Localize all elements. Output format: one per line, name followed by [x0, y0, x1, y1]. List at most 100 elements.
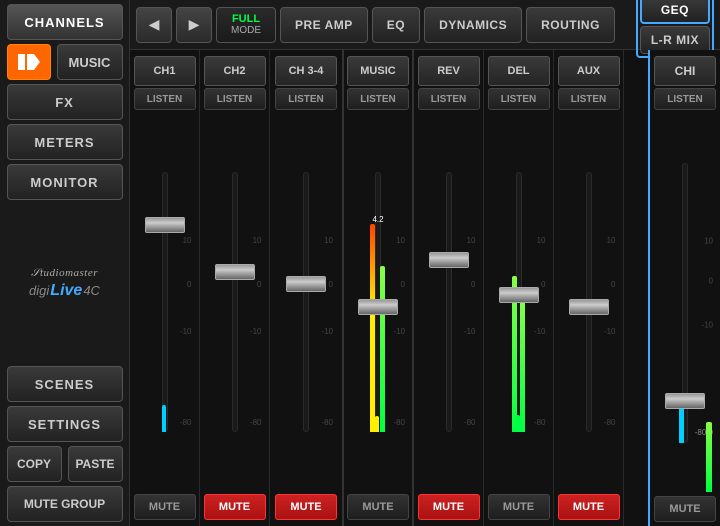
geq-channel-panel: CHI LISTEN 10 0 -10 -80.0	[648, 50, 720, 526]
fader-handle-0[interactable]	[145, 217, 185, 233]
fader-wrap-2: 100-10-80	[277, 172, 335, 432]
scale-mark-0: 0	[401, 280, 405, 289]
4c-text: 4C	[83, 283, 100, 298]
mute-btn-6[interactable]: MUTE	[558, 494, 620, 520]
chi-fader-handle[interactable]	[665, 393, 705, 409]
listen-0[interactable]: LISTEN	[134, 88, 196, 110]
full-label: FULL	[232, 13, 260, 25]
scale-mark--80: -80	[604, 418, 616, 427]
chi-listen-button[interactable]: LISTEN	[654, 88, 716, 110]
fader-wrap-1: 100-10-80	[206, 172, 264, 432]
scale-mark--80: -80	[250, 418, 262, 427]
geq-lrmix-group: GEQ L-R MIX	[636, 0, 714, 58]
fader-area-2: 100-10-80	[270, 114, 342, 490]
scale-mark--80: -80	[393, 418, 405, 427]
geq-top-button[interactable]: GEQ	[640, 0, 710, 24]
fader-wrap-4: 100-10-80	[420, 172, 478, 432]
full-mode-button[interactable]: FULL MODE	[216, 7, 276, 43]
scenes-button[interactable]: SCENES	[7, 366, 123, 402]
fx-button[interactable]: FX	[7, 84, 123, 120]
scale-mark-0: 0	[257, 280, 261, 289]
listen-1[interactable]: LISTEN	[204, 88, 266, 110]
listen-2[interactable]: LISTEN	[275, 88, 337, 110]
scale-mark-0: 0	[541, 280, 545, 289]
meter-bar-right-3	[380, 266, 385, 432]
routing-button[interactable]: ROUTING	[526, 7, 615, 43]
fader-handle-4[interactable]	[429, 252, 469, 268]
scale-mark-0: 0	[611, 280, 615, 289]
fader-handle-3[interactable]	[358, 299, 398, 315]
mute-btn-0[interactable]: MUTE	[134, 494, 196, 520]
top-bar: ◀ ▶ FULL MODE PRE AMP EQ DYNAMICS ROUTIN…	[130, 0, 720, 50]
channels-button[interactable]: CHANNELS	[7, 4, 123, 40]
ch-name-3[interactable]: MUSIC	[347, 56, 409, 86]
eq-button[interactable]: EQ	[372, 7, 420, 43]
ch-name-5[interactable]: DEL	[488, 56, 550, 86]
copy-button[interactable]: COPY	[7, 446, 62, 482]
mute-btn-3[interactable]: MUTE	[347, 494, 409, 520]
settings-button[interactable]: SETTINGS	[7, 406, 123, 442]
meter-bar-right-5	[520, 299, 525, 432]
ch-name-0[interactable]: CH1	[134, 56, 196, 86]
scale-mark-10: 10	[467, 236, 476, 245]
digi-text: digi	[29, 283, 49, 298]
paste-button[interactable]: PASTE	[68, 446, 123, 482]
scale-mark--10: -10	[534, 327, 546, 336]
ch-name-4[interactable]: REV	[418, 56, 480, 86]
fader-track-0	[162, 172, 168, 432]
mute-btn-1[interactable]: MUTE	[204, 494, 266, 520]
listen-5[interactable]: LISTEN	[488, 88, 550, 110]
fader-handle-6[interactable]	[569, 299, 609, 315]
mute-btn-2[interactable]: MUTE	[275, 494, 337, 520]
channel-strip-del: DELLISTEN100-10-80MUTE	[484, 50, 554, 526]
fader-area-0: 10 0 -10 -80	[130, 114, 199, 490]
db-value-3: 4.2	[372, 215, 383, 224]
prev-button[interactable]: ◀	[136, 7, 172, 43]
scale-mark--80: -80	[464, 418, 476, 427]
level-bar-5	[516, 415, 520, 432]
chi-mute-button[interactable]: MUTE	[654, 496, 716, 522]
fader-wrap-3: 100-10-804.2	[349, 172, 407, 432]
next-button[interactable]: ▶	[176, 7, 212, 43]
play-button[interactable]	[7, 44, 51, 80]
chi-meter-bar	[706, 422, 712, 492]
meters-button[interactable]: METERS	[7, 124, 123, 160]
ch-name-6[interactable]: AUX	[558, 56, 620, 86]
scale-mark--10: -10	[180, 327, 192, 336]
fader-area-5: 100-10-80	[484, 114, 553, 490]
listen-3[interactable]: LISTEN	[347, 88, 409, 110]
fader-handle-5[interactable]	[499, 287, 539, 303]
channel-strip-aux: AUXLISTEN100-10-80MUTE	[554, 50, 624, 526]
sidebar: CHANNELS MUSIC FX METERS MONITOR 𝒮tudiom…	[0, 0, 130, 526]
main-area: ◀ ▶ FULL MODE PRE AMP EQ DYNAMICS ROUTIN…	[130, 0, 720, 526]
ch-name-2[interactable]: CH 3-4	[275, 56, 337, 86]
level-bar-3	[375, 416, 379, 432]
fader-handle-2[interactable]	[286, 276, 326, 292]
music-button[interactable]: MUSIC	[57, 44, 123, 80]
scale-mark--80: -80	[180, 418, 192, 427]
listen-6[interactable]: LISTEN	[558, 88, 620, 110]
mute-group-button[interactable]: MUTE GROUP	[7, 486, 123, 522]
listen-4[interactable]: LISTEN	[418, 88, 480, 110]
fader-wrap-0: 10 0 -10 -80	[136, 172, 194, 432]
scale-0: 0	[709, 276, 713, 285]
fader-area-3: 100-10-804.2	[344, 114, 412, 490]
scale-mark-0: 0	[329, 280, 333, 289]
chi-channel-button[interactable]: CHI	[654, 56, 716, 86]
mute-btn-5[interactable]: MUTE	[488, 494, 550, 520]
scale-mark-10: 10	[253, 236, 262, 245]
scale-mark-10: 10	[183, 236, 192, 245]
fader-area-4: 100-10-80	[414, 114, 483, 490]
mute-btn-4[interactable]: MUTE	[418, 494, 480, 520]
chi-fader-wrapper: 10 0 -10 -80.0	[655, 163, 715, 443]
channel-strip-ch1: CH1LISTEN 10 0 -10 -80 MUTE	[130, 50, 200, 526]
channel-strip-ch2: CH2LISTEN100-10-80MUTE	[200, 50, 270, 526]
dynamics-button[interactable]: DYNAMICS	[424, 7, 522, 43]
fader-track-4	[446, 172, 452, 432]
scale-mark-0: 0	[187, 280, 191, 289]
fader-handle-1[interactable]	[215, 264, 255, 280]
preamp-button[interactable]: PRE AMP	[280, 7, 368, 43]
meter-bar-left-3	[370, 224, 375, 432]
monitor-button[interactable]: MONITOR	[7, 164, 123, 200]
ch-name-1[interactable]: CH2	[204, 56, 266, 86]
